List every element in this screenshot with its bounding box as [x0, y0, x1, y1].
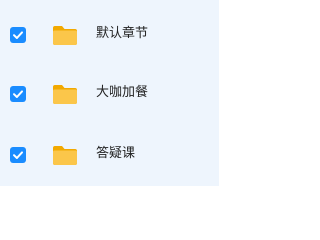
checkbox-checked[interactable] — [10, 27, 26, 43]
list-item[interactable]: 大咖加餐 — [0, 75, 219, 115]
folder-icon — [51, 143, 79, 167]
folder-icon — [51, 23, 79, 47]
checkbox-checked[interactable] — [10, 147, 26, 163]
folder-icon — [51, 82, 79, 106]
list-item-label: 默认章节 — [96, 26, 149, 41]
checkmark-icon — [13, 90, 23, 98]
checkbox-checked[interactable] — [10, 86, 26, 102]
list-item[interactable]: 答疑课 — [0, 136, 219, 176]
list-item[interactable]: 默认章节 — [0, 16, 219, 56]
list-item-label: 大咖加餐 — [96, 85, 149, 100]
list-item-label: 答疑课 — [96, 146, 136, 161]
chapter-list: 默认章节 大咖加餐 答疑课 — [0, 0, 219, 186]
checkmark-icon — [13, 151, 23, 159]
checkmark-icon — [13, 31, 23, 39]
